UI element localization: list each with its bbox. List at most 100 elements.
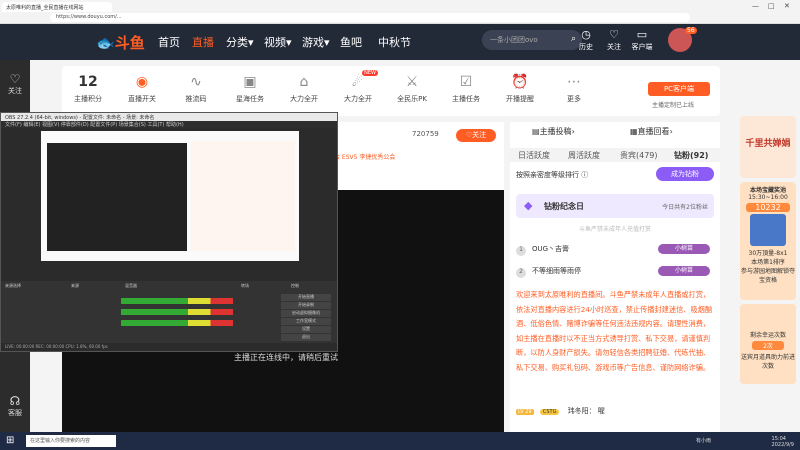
nav-live[interactable]: 直播 <box>192 34 214 50</box>
nav-midautumn[interactable]: 中秋节 <box>378 34 411 50</box>
fans-line-text: 按照亲密度等级排行 <box>516 171 579 179</box>
pc-client-sub: 主播定制已上线 <box>652 102 695 109</box>
obs-window[interactable]: OBS 27.2.4 (64-bit, windows) - 配置文件: 未命名… <box>0 112 338 352</box>
tool-stream-key[interactable]: ∿ 推流码 <box>174 70 218 104</box>
preview-chat <box>191 141 295 251</box>
taskbar-search[interactable]: 在这里输入你要搜索的内容 <box>26 435 116 447</box>
settings-button[interactable]: 设置 <box>281 326 331 333</box>
promo-banner[interactable]: 千里共婵娟 <box>740 116 796 178</box>
nav-games[interactable]: 游戏▾ <box>302 34 330 50</box>
subtab-vip[interactable]: 贵宾(479) <box>620 150 658 161</box>
chat-message[interactable]: LV 29 CSTG 玮冬阳： 喔 <box>516 406 605 416</box>
taskbar: ⊞ 在这里输入你要搜索的内容 有小雨 15:04 2022/9/9 <box>0 432 800 450</box>
streamer-toolbar: 12 主播积分 ◉ 直播开关 ∿ 推流码 ▣ 星海任务 ⌂ 大力全开 NEW ☄ 大力全开 ⚔… <box>62 66 720 116</box>
anniversary-info: 今日共有2位粉丝 <box>662 204 708 211</box>
tool-label: 直播开关 <box>128 95 156 103</box>
nav-fishbar[interactable]: 鱼吧 <box>340 34 362 50</box>
question-icon[interactable]: ⓘ <box>581 171 588 179</box>
start-record-button[interactable]: 开始录制 <box>281 302 331 309</box>
rank-name: 不等细雨等雨停 <box>532 267 581 275</box>
nav-category-label: 分类 <box>226 36 248 49</box>
obs-menu[interactable]: 文件(F) 编辑(E) 视图(V) 停靠部件(D) 配置文件(P) 场景集合(S… <box>1 121 337 128</box>
mixer-bar[interactable] <box>121 298 233 304</box>
tool-tasks[interactable]: ☑ 主播任务 <box>444 70 488 104</box>
film-icon: ▦ <box>630 127 638 136</box>
tool-label: 全民乐PK <box>397 95 427 103</box>
pk-icon: ⚔ <box>405 74 419 90</box>
history-button[interactable]: ◷ 历史 <box>572 28 600 52</box>
tool-gift[interactable]: ⌂ 大力全开 <box>282 70 326 104</box>
treasure-card[interactable]: 本场宝藏奖池 15:30~16:00 10232 30万頂量-8x1 本场第1排… <box>740 182 796 300</box>
treasure-image <box>750 214 786 246</box>
follow-button[interactable]: ♡关注 <box>456 129 496 142</box>
treasure-value: 10232 <box>746 203 790 212</box>
tool-label: 开播提醒 <box>506 95 534 103</box>
rank-row[interactable]: 2 不等细雨等雨停 <box>516 266 581 278</box>
follow-button-label: 关注 <box>472 131 487 139</box>
windows-start-icon[interactable]: ⊞ <box>6 435 14 446</box>
start-stream-button[interactable]: 开始直播 <box>281 294 331 301</box>
close-button[interactable]: ✕ <box>784 2 790 10</box>
dock-scenes: 来源选择 <box>5 283 21 288</box>
dock-transitions: 转场 <box>241 283 249 288</box>
subtab-diamond[interactable]: 钻粉(92) <box>674 150 708 161</box>
tab-label: 直播回看 <box>637 127 670 136</box>
browser-tab[interactable]: 太原唯利的直播_全民直播在线网站 <box>2 2 112 12</box>
obs-title: OBS 27.2.4 (64-bit, windows) - 配置文件: 未命名… <box>1 113 337 121</box>
maximize-button[interactable]: □ <box>768 2 775 10</box>
audio-mixer[interactable] <box>121 293 233 333</box>
tool-label: 星海任务 <box>236 95 264 103</box>
diamond-icon: ◆ <box>524 199 533 212</box>
sidebar-support[interactable]: ☊ 客服 <box>0 394 30 418</box>
studio-mode-button[interactable]: 工作室模式 <box>281 318 331 325</box>
waveform-icon: ∿ <box>190 74 202 90</box>
sidebar-follow[interactable]: ♡ 关注 <box>0 72 30 96</box>
rank-number: 1 <box>516 246 526 256</box>
address-bar[interactable]: https://www.douyu.com/... <box>50 13 690 22</box>
exit-button[interactable]: 退出 <box>281 334 331 341</box>
offline-message: 主播正在连线中，请稍后重试 <box>234 353 338 362</box>
virtual-cam-button[interactable]: 启动虚拟摄像机 <box>281 310 331 317</box>
logo-text: 斗鱼 <box>114 34 145 52</box>
pc-client-button[interactable]: PC客户端 <box>648 82 710 96</box>
tool-full-power[interactable]: NEW ☄ 大力全开 <box>336 70 380 104</box>
become-diamond-button[interactable]: 成为钻粉 <box>656 167 714 181</box>
tool-points[interactable]: 12 主播积分 <box>66 70 110 104</box>
nav-home[interactable]: 首页 <box>158 34 180 50</box>
headset-icon: ☊ <box>9 394 21 408</box>
minimize-button[interactable]: — <box>752 2 759 10</box>
subtab-daily[interactable]: 日活跃度 <box>518 150 550 161</box>
follow-label: 关注 <box>607 43 621 51</box>
nav-category[interactable]: 分类▾ <box>226 34 254 50</box>
system-tray[interactable]: 15:04 2022/9/9 <box>772 436 794 448</box>
tab-streamer-posts[interactable]: ▤主播投稿› <box>532 126 575 137</box>
douyu-logo[interactable]: 🐟斗鱼 <box>96 32 145 53</box>
mixer-bar[interactable] <box>121 309 233 315</box>
tool-live-switch[interactable]: ◉ 直播开关 <box>120 70 164 104</box>
site-header: 🐟斗鱼 首页 直播 分类▾ 视频▾ 游戏▾ 鱼吧 中秋节 一条小团团ovo ⌕ ◷… <box>0 24 800 60</box>
system-message: 欢迎来到太原唯利的直播间。斗鱼严禁未成年人直播或打赏，依法对直播内容进行24小时… <box>516 290 713 372</box>
clock-date: 2022/9/9 <box>771 442 794 448</box>
search-input[interactable]: 一条小团团ovo ⌕ <box>482 30 582 50</box>
nav-video-label: 视频 <box>264 36 286 49</box>
luck-title: 剩余幸运次数 <box>749 332 786 339</box>
treasure-title: 本场宝藏奖池 <box>749 187 786 194</box>
subtab-weekly[interactable]: 周活跃度 <box>568 150 600 161</box>
client-button[interactable]: ▭ 客户端 <box>628 28 656 52</box>
tool-star-task[interactable]: ▣ 星海任务 <box>228 70 272 104</box>
address-text: https://www.douyu.com/... <box>56 14 122 20</box>
rank-row[interactable]: 1 OUG丶吉膏 <box>516 244 569 256</box>
mixer-bar[interactable] <box>121 320 233 326</box>
nav-video[interactable]: 视频▾ <box>264 34 292 50</box>
monitor-icon: ▭ <box>636 28 648 41</box>
tool-reminder[interactable]: ⏰ 开播提醒 <box>498 70 542 104</box>
fish-icon: 🐟 <box>96 34 115 52</box>
tab-replay[interactable]: ▦直播回看› <box>630 126 673 137</box>
alarm-icon: ⏰ <box>511 74 529 90</box>
tool-pk[interactable]: ⚔ 全民乐PK <box>390 70 434 104</box>
tool-more[interactable]: ⋯ 更多 <box>552 70 596 104</box>
anniversary-card[interactable]: ◆ 钻粉纪念日 今日共有2位粉丝 <box>516 194 714 218</box>
luck-card[interactable]: 剩余幸运次数 2次 送宾月道具助力前进次数 <box>740 304 796 384</box>
follow-header-button[interactable]: ♡ 关注 <box>600 28 628 52</box>
dock-mixer: 混音器 <box>125 283 137 288</box>
